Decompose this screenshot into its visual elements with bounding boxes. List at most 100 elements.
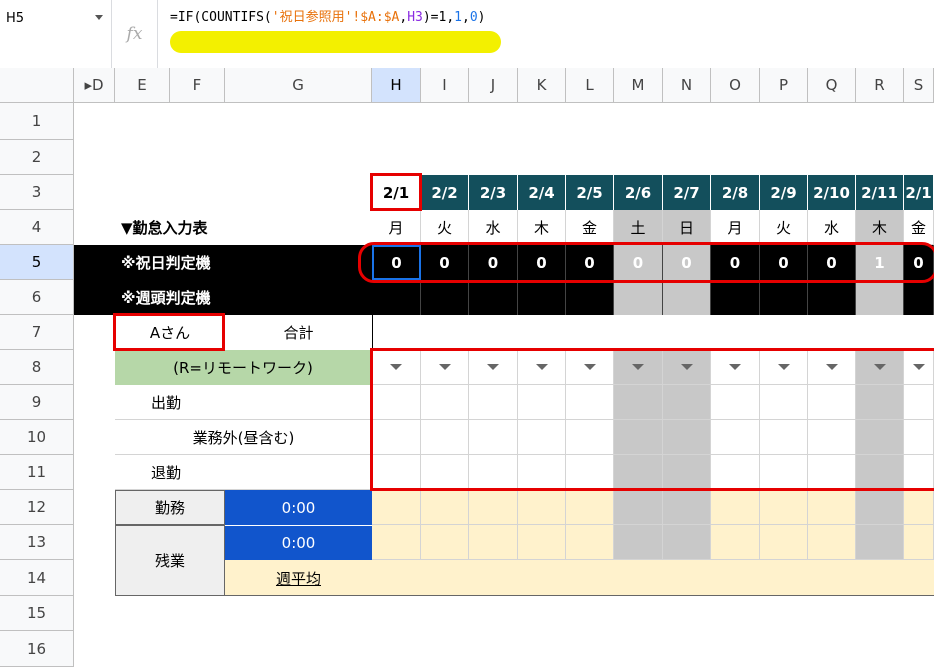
week-start-cell-4[interactable] — [518, 280, 566, 315]
week-start-cell-9[interactable] — [760, 280, 808, 315]
remote-note-cell: (R=リモートワーク) — [115, 350, 372, 385]
fx-icon: fx — [112, 0, 158, 68]
week-start-cell-2[interactable] — [421, 280, 469, 315]
sheet-grid[interactable]: 2/1 2/2 2/3 2/4 2/5 2/6 2/7 2/8 2/9 2/10 2/11 2/1 ▼勤… — [74, 103, 934, 667]
formula-bar: H5 fx =IF(COUNTIFS('祝日参照用'!$A:$A, H3)=1,1… — [0, 0, 934, 69]
name-box-value: H5 — [6, 10, 25, 26]
row7-blank[interactable] — [372, 315, 934, 350]
date-cell-3[interactable]: 2/3 — [469, 175, 518, 210]
column-header-e[interactable]: E — [115, 68, 170, 102]
date-cell-2[interactable]: 2/2 — [421, 175, 469, 210]
date-cell-8[interactable]: 2/8 — [711, 175, 760, 210]
weekday-cell-8[interactable]: 月 — [711, 210, 760, 245]
column-header-j[interactable]: J — [469, 68, 518, 102]
name-box[interactable]: H5 — [0, 0, 112, 36]
formula-zero: 0 — [469, 10, 478, 25]
weekday-cell-7[interactable]: 日 — [663, 210, 711, 245]
weekday-cell-4[interactable]: 木 — [518, 210, 566, 245]
total-label-cell: 合計 — [283, 324, 314, 342]
label-frame-row-9 — [115, 385, 372, 420]
date-cell-11[interactable]: 2/11 — [856, 175, 904, 210]
row-header-7[interactable]: 7 — [0, 315, 74, 350]
weekday-cell-2[interactable]: 火 — [421, 210, 469, 245]
week-start-cell-6[interactable] — [614, 280, 663, 315]
column-header-f[interactable]: F — [170, 68, 225, 102]
column-header-k[interactable]: K — [518, 68, 566, 102]
column-header-p[interactable]: P — [760, 68, 808, 102]
row-header-5[interactable]: 5 — [0, 245, 74, 280]
week-start-cell-3[interactable] — [469, 280, 518, 315]
date-cell-10[interactable]: 2/10 — [808, 175, 856, 210]
holiday-judge-label: ※祝日判定機 — [121, 254, 211, 272]
weekday-cell-3[interactable]: 水 — [469, 210, 518, 245]
column-header-row: ▸D E F G H I J K L M N O P Q R S — [0, 68, 934, 103]
column-header-n[interactable]: N — [663, 68, 711, 102]
weekday-cell-5[interactable]: 金 — [566, 210, 614, 245]
formula-highlight-marker — [170, 31, 501, 53]
week-start-cell-1[interactable] — [372, 280, 421, 315]
fx-label: fx — [126, 24, 143, 44]
week-start-cell-5[interactable] — [566, 280, 614, 315]
row-header-15[interactable]: 15 — [0, 596, 74, 631]
select-all-corner[interactable] — [0, 68, 74, 102]
row-header-2[interactable]: 2 — [0, 140, 74, 175]
week-start-judge-label: ※週頭判定機 — [121, 289, 211, 307]
date-cell-6[interactable]: 2/6 — [614, 175, 663, 210]
weekday-cell-12[interactable]: 金 — [904, 210, 934, 245]
weekday-cell-10[interactable]: 水 — [808, 210, 856, 245]
formula-suffix: )=1, — [422, 10, 455, 25]
row-header-16[interactable]: 16 — [0, 631, 74, 667]
weekday-cell-1[interactable]: 月 — [372, 210, 421, 245]
column-header-q[interactable]: Q — [808, 68, 856, 102]
row-header-8[interactable]: 8 — [0, 350, 74, 385]
date-cell-12[interactable]: 2/1 — [904, 175, 934, 210]
row-header-4[interactable]: 4 — [0, 210, 74, 245]
formula-close: ) — [477, 10, 486, 25]
column-header-r[interactable]: R — [856, 68, 904, 102]
column-header-l[interactable]: L — [566, 68, 614, 102]
row-header-10[interactable]: 10 — [0, 420, 74, 455]
formula-range: $A:$A — [360, 10, 400, 25]
column-header-d[interactable]: ▸D — [74, 68, 115, 102]
column-header-m[interactable]: M — [614, 68, 663, 102]
column-header-h[interactable]: H — [372, 68, 421, 102]
weekday-cell-6[interactable]: 土 — [614, 210, 663, 245]
highlight-person-cell — [113, 313, 225, 351]
highlight-holiday-row — [358, 242, 934, 283]
date-cell-7[interactable]: 2/7 — [663, 175, 711, 210]
name-box-spacer — [0, 36, 112, 68]
date-cell-4[interactable]: 2/4 — [518, 175, 566, 210]
summary-frame — [115, 490, 934, 596]
formula-sheet-ref: '祝日参照用'! — [271, 10, 361, 25]
formula-cell-ref: H3 — [407, 10, 423, 25]
date-cell-9[interactable]: 2/9 — [760, 175, 808, 210]
week-start-cell-10[interactable] — [808, 280, 856, 315]
highlight-input-area — [370, 348, 934, 491]
formula-input[interactable]: =IF(COUNTIFS('祝日参照用'!$A:$A,H3)=1,1,0) — [170, 6, 485, 25]
row-header-12[interactable]: 12 — [0, 490, 74, 525]
label-frame-row-10 — [115, 420, 372, 455]
row-header-11[interactable]: 11 — [0, 455, 74, 490]
chevron-down-icon[interactable] — [95, 15, 103, 20]
week-start-cell-12[interactable] — [904, 280, 934, 315]
row-header-9[interactable]: 9 — [0, 385, 74, 420]
week-start-cell-7[interactable] — [663, 280, 711, 315]
week-start-cell-8[interactable] — [711, 280, 760, 315]
label-frame-row-11 — [115, 455, 372, 490]
row-header-6[interactable]: 6 — [0, 280, 74, 315]
row-header-1[interactable]: 1 — [0, 103, 74, 140]
highlight-date-2-1 — [370, 173, 422, 211]
column-header-g[interactable]: G — [225, 68, 372, 102]
date-cell-5[interactable]: 2/5 — [566, 175, 614, 210]
weekday-cell-11[interactable]: 木 — [856, 210, 904, 245]
column-header-s[interactable]: S — [904, 68, 934, 102]
row-header-3[interactable]: 3 — [0, 175, 74, 210]
week-start-cell-11[interactable] — [856, 280, 904, 315]
column-header-i[interactable]: I — [421, 68, 469, 102]
weekday-cell-9[interactable]: 火 — [760, 210, 808, 245]
column-header-o[interactable]: O — [711, 68, 760, 102]
formula-one: 1 — [454, 10, 462, 25]
attendance-table-label: ▼勤怠入力表 — [121, 219, 208, 237]
row-header-14[interactable]: 14 — [0, 560, 74, 596]
row-header-13[interactable]: 13 — [0, 525, 74, 560]
